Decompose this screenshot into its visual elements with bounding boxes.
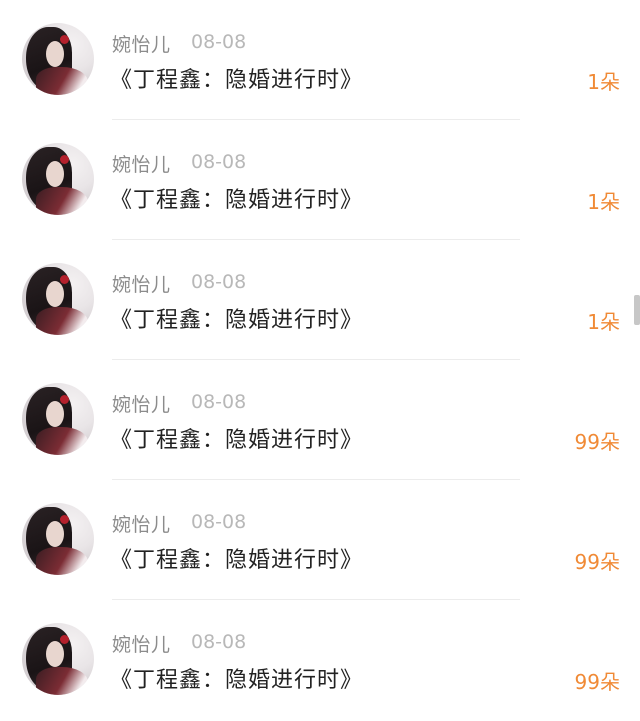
avatar[interactable] <box>22 263 94 335</box>
user-name[interactable]: 婉怡儿 <box>112 510 171 537</box>
book-title[interactable]: 《丁程鑫：隐婚进行时》 <box>110 542 363 574</box>
scrollbar[interactable] <box>634 295 640 325</box>
flower-count: 99朵 <box>574 670 620 694</box>
book-title[interactable]: 《丁程鑫：隐婚进行时》 <box>110 662 363 694</box>
item-date: 08-08 <box>191 151 247 173</box>
flower-count: 1朵 <box>587 310 620 334</box>
flower-count: 1朵 <box>587 190 620 214</box>
user-name[interactable]: 婉怡儿 <box>112 390 171 417</box>
book-title[interactable]: 《丁程鑫：隐婚进行时》 <box>110 62 363 94</box>
list-item[interactable]: 婉怡儿 08-08 《丁程鑫：隐婚进行时》 1朵 <box>0 240 640 360</box>
book-title[interactable]: 《丁程鑫：隐婚进行时》 <box>110 422 363 454</box>
user-name[interactable]: 婉怡儿 <box>112 630 171 657</box>
list-item[interactable]: 婉怡儿 08-08 《丁程鑫：隐婚进行时》 1朵 <box>0 120 640 240</box>
avatar[interactable] <box>22 23 94 95</box>
list-item[interactable]: 婉怡儿 08-08 《丁程鑫：隐婚进行时》 99朵 <box>0 480 640 600</box>
item-date: 08-08 <box>191 391 247 413</box>
flower-count: 1朵 <box>587 70 620 94</box>
book-title[interactable]: 《丁程鑫：隐婚进行时》 <box>110 182 363 214</box>
gift-record-list: 婉怡儿 08-08 《丁程鑫：隐婚进行时》 1朵 婉怡儿 08-08 《丁程鑫：… <box>0 0 640 720</box>
avatar[interactable] <box>22 383 94 455</box>
avatar[interactable] <box>22 143 94 215</box>
user-name[interactable]: 婉怡儿 <box>112 270 171 297</box>
item-date: 08-08 <box>191 271 247 293</box>
item-date: 08-08 <box>191 31 247 53</box>
list-item[interactable]: 婉怡儿 08-08 《丁程鑫：隐婚进行时》 1朵 <box>0 0 640 120</box>
item-date: 08-08 <box>191 631 247 653</box>
flower-count: 99朵 <box>574 550 620 574</box>
user-name[interactable]: 婉怡儿 <box>112 150 171 177</box>
list-item[interactable]: 婉怡儿 08-08 《丁程鑫：隐婚进行时》 99朵 <box>0 360 640 480</box>
avatar[interactable] <box>22 503 94 575</box>
user-name[interactable]: 婉怡儿 <box>112 30 171 57</box>
item-date: 08-08 <box>191 511 247 533</box>
book-title[interactable]: 《丁程鑫：隐婚进行时》 <box>110 302 363 334</box>
flower-count: 99朵 <box>574 430 620 454</box>
list-item[interactable]: 婉怡儿 08-08 《丁程鑫：隐婚进行时》 99朵 <box>0 600 640 720</box>
avatar[interactable] <box>22 623 94 695</box>
